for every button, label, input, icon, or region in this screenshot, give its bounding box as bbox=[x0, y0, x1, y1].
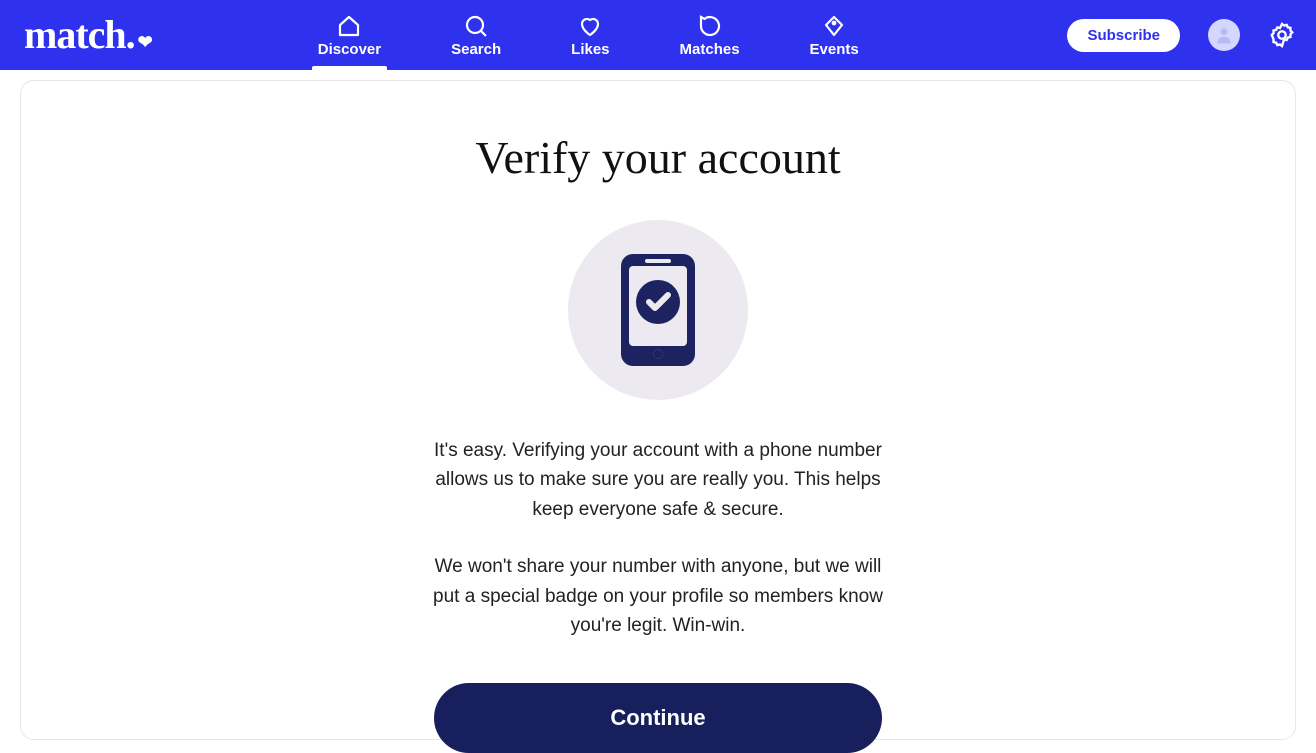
nav-label: Likes bbox=[571, 41, 609, 58]
nav-label: Discover bbox=[318, 41, 381, 58]
nav-matches[interactable]: Matches bbox=[674, 0, 746, 70]
header-actions: Subscribe bbox=[1067, 19, 1296, 52]
continue-button[interactable]: Continue bbox=[434, 683, 882, 753]
nav-likes[interactable]: Likes bbox=[565, 0, 615, 70]
home-icon bbox=[337, 13, 361, 39]
verify-card: Verify your account It's easy. Verifying… bbox=[20, 80, 1296, 740]
phone-check-icon bbox=[617, 250, 699, 370]
gear-icon bbox=[1268, 21, 1296, 49]
avatar[interactable] bbox=[1208, 19, 1240, 51]
heart-outline-icon bbox=[578, 13, 602, 39]
nav-events[interactable]: Events bbox=[804, 0, 865, 70]
nav-search[interactable]: Search bbox=[445, 0, 507, 70]
chat-icon bbox=[698, 13, 722, 39]
subscribe-button[interactable]: Subscribe bbox=[1067, 19, 1180, 52]
page-title: Verify your account bbox=[61, 131, 1255, 184]
person-icon bbox=[1214, 25, 1234, 45]
primary-nav: Discover Search Likes Matches Events bbox=[312, 0, 865, 70]
top-nav-bar: match. ❤ Discover Search Likes Matches bbox=[0, 0, 1316, 70]
phone-verified-illustration bbox=[568, 220, 748, 400]
search-icon bbox=[464, 13, 488, 39]
verify-description-2: We won't share your number with anyone, … bbox=[428, 552, 888, 640]
brand-name: match. bbox=[24, 15, 135, 55]
nav-label: Events bbox=[810, 41, 859, 58]
brand-logo[interactable]: match. ❤ bbox=[24, 15, 152, 55]
verify-description-1: It's easy. Verifying your account with a… bbox=[428, 436, 888, 524]
tag-icon bbox=[822, 13, 846, 39]
nav-label: Search bbox=[451, 41, 501, 58]
settings-button[interactable] bbox=[1268, 21, 1296, 49]
nav-discover[interactable]: Discover bbox=[312, 0, 387, 70]
nav-label: Matches bbox=[680, 41, 740, 58]
heart-icon: ❤ bbox=[138, 33, 152, 51]
